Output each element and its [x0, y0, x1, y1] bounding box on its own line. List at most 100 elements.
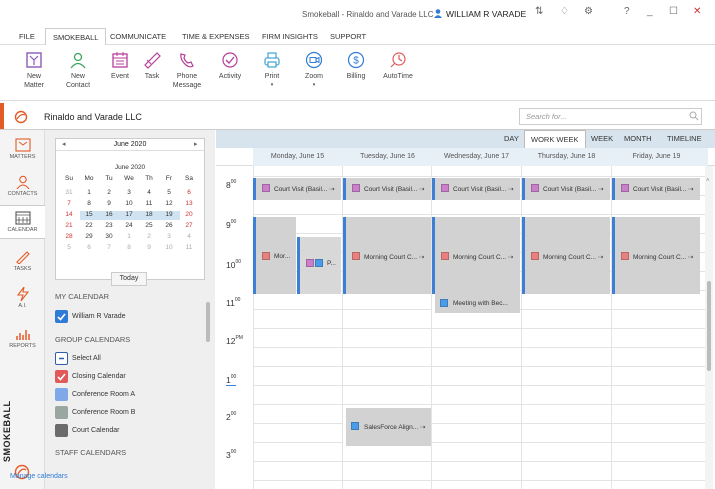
- mini-calendar-day[interactable]: 25: [140, 222, 158, 229]
- event-court-visit-fri[interactable]: Court Visit (Basil... ⇢: [612, 178, 700, 200]
- today-button[interactable]: Today: [111, 272, 147, 286]
- scroll-up-icon[interactable]: ˄: [706, 178, 710, 184]
- close-icon[interactable]: ✕: [693, 6, 701, 17]
- tab-month[interactable]: MONTH: [624, 134, 652, 143]
- search-input[interactable]: Search for...: [519, 108, 702, 125]
- calendar-scrollbar-thumb[interactable]: [707, 281, 711, 371]
- mini-calendar-day[interactable]: 2: [100, 189, 118, 196]
- menu-support[interactable]: SUPPORT: [330, 32, 366, 41]
- mini-calendar-day[interactable]: 8: [80, 200, 98, 207]
- calendar-toggle-row[interactable]: William R Varade: [55, 310, 205, 323]
- calendar-toggle-row[interactable]: Conference Room A: [55, 388, 205, 401]
- panel-scrollbar[interactable]: [206, 302, 210, 342]
- maximize-icon[interactable]: ☐: [669, 6, 678, 17]
- mini-calendar-day[interactable]: 5: [60, 244, 78, 251]
- mini-calendar-day[interactable]: 19: [160, 211, 178, 218]
- mini-calendar-day[interactable]: 1: [120, 233, 138, 240]
- calendar-toggle-row[interactable]: Court Calendar: [55, 424, 205, 437]
- gear-icon[interactable]: ⚙: [584, 6, 593, 17]
- mini-calendar-day[interactable]: 16: [100, 211, 118, 218]
- mini-calendar-day[interactable]: 1: [80, 189, 98, 196]
- manage-calendars-link[interactable]: Manage calendars: [10, 473, 68, 480]
- mini-calendar-day[interactable]: 15: [80, 211, 98, 218]
- event-button[interactable]: Event: [106, 51, 134, 81]
- event-meeting-wed[interactable]: Meeting with Bec...: [432, 294, 520, 313]
- event-morning-mon[interactable]: Mor...: [253, 217, 296, 294]
- tab-work-week[interactable]: WORK WEEK: [524, 130, 586, 149]
- minimize-icon[interactable]: _: [647, 6, 653, 17]
- mini-calendar-day[interactable]: 3: [120, 189, 138, 196]
- calendar-scrollbar[interactable]: ˄: [705, 166, 713, 489]
- mini-calendar-day[interactable]: 24: [120, 222, 138, 229]
- tab-timeline[interactable]: TIMELINE: [667, 134, 702, 143]
- event-salesforce-tue[interactable]: SalesForce Align... ⇢: [343, 408, 431, 446]
- calendar-color-swatch[interactable]: [55, 406, 68, 419]
- nav-matters[interactable]: MATTERS: [0, 138, 45, 160]
- mini-calendar-day[interactable]: 7: [60, 200, 78, 207]
- task-button[interactable]: Task: [138, 51, 166, 81]
- menu-communicate[interactable]: COMMUNICATE: [110, 32, 166, 41]
- mini-calendar-day[interactable]: 28: [60, 233, 78, 240]
- mini-calendar-day[interactable]: 5: [160, 189, 178, 196]
- mini-calendar-day[interactable]: 31: [60, 189, 78, 196]
- print-button[interactable]: Print ▾: [258, 51, 286, 90]
- event-court-visit-wed[interactable]: Court Visit (Basil... ⇢: [432, 178, 520, 200]
- tab-day[interactable]: DAY: [504, 134, 519, 143]
- mini-calendar-day[interactable]: 6: [80, 244, 98, 251]
- mini-calendar-day[interactable]: 17: [120, 211, 138, 218]
- event-court-visit-thu[interactable]: Court Visit (Basil... ⇢: [522, 178, 610, 200]
- mini-calendar-day[interactable]: 18: [140, 211, 158, 218]
- calendar-toggle-row[interactable]: Select All: [55, 352, 205, 365]
- menu-time-expenses[interactable]: TIME & EXPENSES: [182, 32, 250, 41]
- nav-calendar[interactable]: CALENDAR: [0, 205, 45, 239]
- checkbox-checked-icon[interactable]: [55, 310, 68, 323]
- nav-ai[interactable]: A.I.: [0, 287, 45, 309]
- event-morning-wed[interactable]: Morning Court C... ⇢: [432, 217, 520, 294]
- calendar-color-swatch[interactable]: [55, 388, 68, 401]
- nav-tasks[interactable]: TASKS: [0, 250, 45, 272]
- mini-calendar-day[interactable]: 7: [100, 244, 118, 251]
- menu-smokeball[interactable]: SMOKEBALL: [45, 28, 107, 46]
- new-matter-button[interactable]: New Matter: [18, 51, 50, 90]
- mini-calendar-day[interactable]: 2: [140, 233, 158, 240]
- help-icon[interactable]: ?: [624, 6, 630, 17]
- zoom-button[interactable]: Zoom ▾: [300, 51, 328, 90]
- next-month-icon[interactable]: ▸: [194, 140, 198, 148]
- mini-calendar-day[interactable]: 23: [100, 222, 118, 229]
- mini-calendar-day[interactable]: 12: [160, 200, 178, 207]
- search-icon[interactable]: [689, 111, 699, 121]
- calendar-color-swatch[interactable]: [55, 352, 68, 365]
- mini-calendar-day[interactable]: 9: [140, 244, 158, 251]
- mini-calendar-day[interactable]: 10: [120, 200, 138, 207]
- mini-calendar-day[interactable]: 3: [160, 233, 178, 240]
- calendar-color-swatch[interactable]: [55, 424, 68, 437]
- mini-calendar-day[interactable]: 11: [140, 200, 158, 207]
- mini-calendar-day[interactable]: 9: [100, 200, 118, 207]
- mini-calendar-day[interactable]: 27: [180, 222, 198, 229]
- tab-week[interactable]: WEEK: [591, 134, 613, 143]
- event-court-visit-tue[interactable]: Court Visit (Basil... ⇢: [343, 178, 431, 200]
- phone-message-button[interactable]: Phone Message: [170, 51, 204, 90]
- event-morning-tue[interactable]: Morning Court C... ⇢: [343, 217, 431, 294]
- new-contact-button[interactable]: New Contact: [62, 51, 94, 90]
- billing-button[interactable]: $ Billing: [342, 51, 370, 81]
- mini-calendar-day[interactable]: 6: [180, 189, 198, 196]
- mini-calendar-day[interactable]: 11: [180, 244, 198, 251]
- sync-icon[interactable]: ⇅: [535, 6, 543, 17]
- activity-button[interactable]: Activity: [214, 51, 246, 81]
- calendar-toggle-row[interactable]: Closing Calendar: [55, 370, 205, 383]
- event-morning-fri[interactable]: Morning Court C... ⇢: [612, 217, 700, 294]
- menu-firm-insights[interactable]: FIRM INSIGHTS: [262, 32, 318, 41]
- mini-calendar-day[interactable]: 30: [100, 233, 118, 240]
- mini-calendar-day[interactable]: 22: [80, 222, 98, 229]
- checkbox-checked-icon[interactable]: [55, 370, 68, 383]
- calendar-grid[interactable]: 800 900 1000 1100 12PM 100 200 300 Court Visit …: [216, 166, 708, 489]
- calendar-toggle-row[interactable]: Conference Room B: [55, 406, 205, 419]
- event-p-mon[interactable]: P...: [297, 237, 341, 294]
- menu-file[interactable]: FILE: [19, 32, 35, 41]
- mini-calendar-day[interactable]: 29: [80, 233, 98, 240]
- mini-calendar-day[interactable]: 13: [180, 200, 198, 207]
- bell-icon[interactable]: ♢: [560, 6, 569, 17]
- mini-calendar-day[interactable]: 4: [140, 189, 158, 196]
- user-name[interactable]: WILLIAM R VARADE: [446, 9, 526, 19]
